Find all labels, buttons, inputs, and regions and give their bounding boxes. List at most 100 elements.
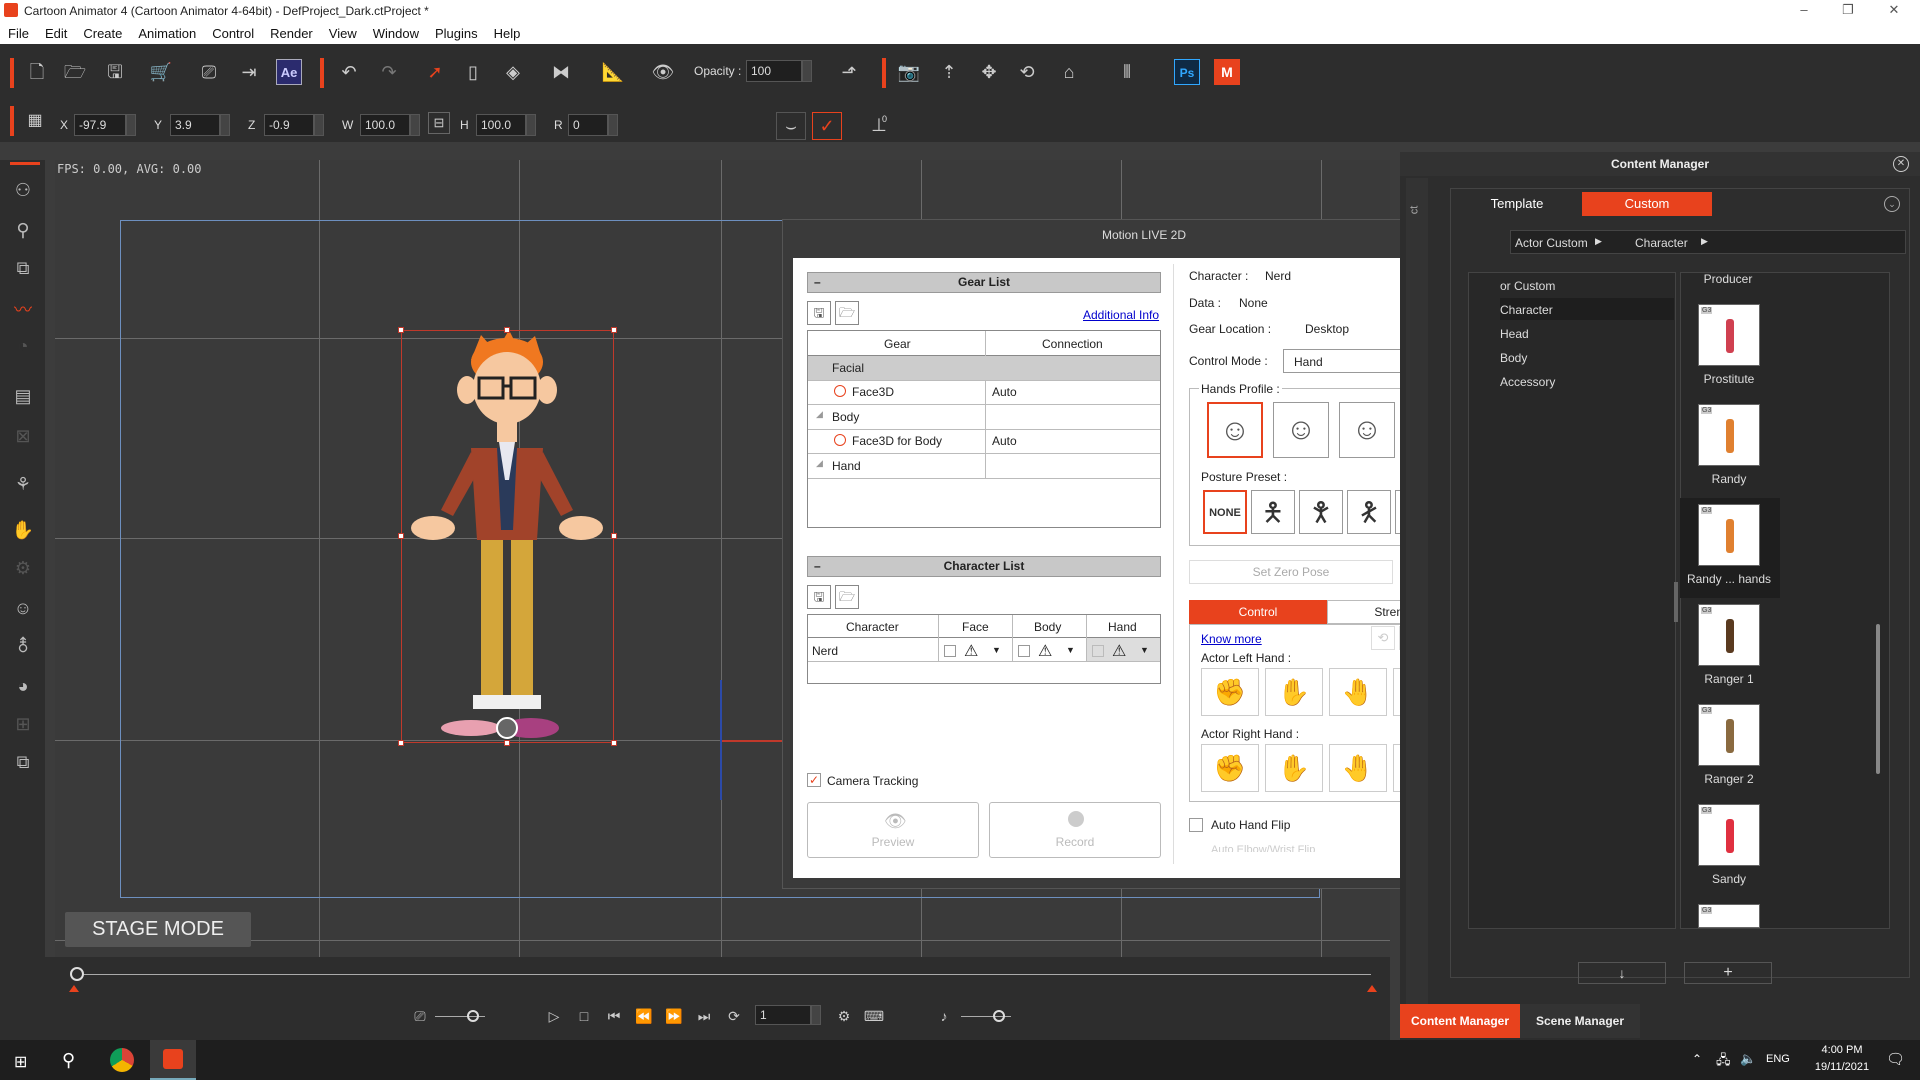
render-icon[interactable]: ⎚ (196, 59, 222, 85)
tab-template[interactable]: Template (1452, 192, 1582, 216)
chrome-icon[interactable] (110, 1048, 134, 1072)
head-tool-icon[interactable]: ◕ (10, 676, 36, 702)
gear-row-body[interactable]: Body (832, 410, 859, 424)
hand-checkbox[interactable] (1092, 645, 1104, 657)
posture-3-icon[interactable]: 🯇 (1347, 490, 1391, 534)
left-hand-open-icon[interactable]: ✋ (1265, 668, 1323, 716)
clock-date[interactable]: 19/11/2021 (1808, 1061, 1876, 1073)
item-randy-thumb[interactable]: G3 (1698, 404, 1760, 466)
body-checkbox[interactable] (1018, 645, 1030, 657)
play-icon[interactable]: ▷ (541, 1003, 567, 1029)
settings-icon[interactable]: ⚙ (831, 1003, 857, 1029)
z-spinner[interactable] (314, 114, 324, 136)
r-input[interactable]: 0 (568, 114, 608, 136)
splitter-handle[interactable] (1674, 582, 1678, 622)
posture-2-icon[interactable]: 🯆 (1299, 490, 1343, 534)
item-ranger2-thumb[interactable]: G3 (1698, 704, 1760, 766)
next-frame-icon[interactable]: ⏩ (661, 1003, 687, 1029)
additional-info-link[interactable]: Additional Info (1083, 308, 1159, 322)
x-spinner[interactable] (126, 114, 136, 136)
record-button[interactable]: Record (989, 802, 1161, 858)
expand-hand-icon[interactable]: ◢ (816, 458, 823, 469)
body-dropdown-icon[interactable]: ▼ (1066, 645, 1075, 655)
w-input[interactable]: 100.0 (360, 114, 410, 136)
face-dropdown-icon[interactable]: ▼ (992, 645, 1001, 655)
item-randy-hands-thumb[interactable]: G3 (1698, 504, 1760, 566)
curve-icon[interactable]: ⌣ (776, 112, 806, 140)
save-character-icon[interactable]: 🖫 (807, 585, 831, 609)
panel-side-tab[interactable]: ct (1408, 206, 1420, 215)
tab-content-manager[interactable]: Content Manager (1400, 1004, 1520, 1038)
auto-hand-flip-checkbox[interactable] (1189, 818, 1203, 832)
curve-active-icon[interactable]: ✓ (812, 112, 842, 140)
h-input[interactable]: 100.0 (476, 114, 526, 136)
camera-tracking-checkbox[interactable]: ✓ (807, 773, 821, 787)
hands-profile-front-icon[interactable]: ☺ (1207, 402, 1263, 458)
move-icon[interactable]: ✥ (976, 59, 1002, 85)
clock-time[interactable]: 4:00 PM (1810, 1044, 1874, 1056)
windows-start-icon[interactable]: ⊞ (14, 1052, 27, 1072)
posture-1-icon[interactable]: 🯅 (1251, 490, 1295, 534)
gear-row-hand[interactable]: Hand (832, 459, 861, 473)
tab-scene-manager[interactable]: Scene Manager (1520, 1004, 1640, 1038)
eye-icon[interactable]: 👁 (650, 59, 676, 85)
hand-dropdown-icon[interactable]: ▼ (1140, 645, 1149, 655)
nerd-character[interactable] (401, 330, 614, 743)
opacity-dropdown[interactable] (802, 60, 812, 82)
content-scrollbar[interactable] (1876, 624, 1880, 774)
minimize-button[interactable]: – (1790, 2, 1818, 17)
language-indicator[interactable]: ENG (1766, 1053, 1790, 1065)
prev-frame-icon[interactable]: ⏪ (631, 1003, 657, 1029)
search-icon[interactable]: ⚲ (62, 1050, 75, 1071)
keyframe-tool-icon[interactable]: ⊠ (10, 426, 36, 452)
posture-none-button[interactable]: NONE (1203, 490, 1247, 534)
tree-character[interactable]: Character (1500, 303, 1553, 317)
item-next-thumb[interactable]: G3 (1698, 904, 1760, 928)
face-key-icon[interactable]: ☺ (10, 598, 36, 624)
frame-input[interactable]: 1 (755, 1005, 811, 1025)
open-character-icon[interactable]: 🗁 (835, 585, 859, 609)
menu-control[interactable]: Control (204, 22, 262, 44)
menu-view[interactable]: View (321, 22, 365, 44)
menu-edit[interactable]: Edit (37, 22, 75, 44)
audio-tool-icon[interactable]: 〰 (10, 296, 36, 322)
menu-animation[interactable]: Animation (130, 22, 204, 44)
export-icon[interactable]: ⇥ (236, 59, 262, 85)
face-tool-icon[interactable]: ◔ (10, 336, 36, 362)
left-hand-fist-icon[interactable]: ✊ (1201, 668, 1259, 716)
character-row-nerd[interactable]: Nerd (812, 644, 838, 658)
menu-create[interactable]: Create (75, 22, 130, 44)
stop-icon[interactable]: □ (571, 1003, 597, 1029)
attach-icon[interactable]: ⬏ (836, 59, 862, 85)
grid-icon[interactable]: ▦ (22, 108, 48, 134)
left-hand-flat-icon[interactable]: 🤚 (1329, 668, 1387, 716)
right-hand-flat-icon[interactable]: 🤚 (1329, 744, 1387, 792)
h-spinner[interactable] (526, 114, 536, 136)
link-ratio-icon[interactable]: ⊟ (428, 112, 450, 134)
loop-icon[interactable]: ⟳ (721, 1003, 747, 1029)
preview-button[interactable]: 👁 Preview (807, 802, 979, 858)
caption-icon[interactable]: ⎚ (407, 1003, 433, 1029)
r-spinner[interactable] (608, 114, 618, 136)
open-gear-icon[interactable]: 🗁 (835, 301, 859, 325)
y-input[interactable]: 3.9 (170, 114, 220, 136)
gear-row-face3d[interactable]: Face3D (852, 385, 894, 399)
reset-hand-icon[interactable]: ⟲ (1371, 626, 1395, 650)
tab-control[interactable]: Control (1189, 600, 1327, 624)
face-checkbox[interactable] (944, 645, 956, 657)
keyboard-icon[interactable]: ⌨ (861, 1003, 887, 1029)
pose-tool-icon[interactable]: ⚨ (10, 636, 36, 662)
new-file-icon[interactable]: 🗋 (24, 59, 50, 85)
redo-icon[interactable]: ↷ (376, 59, 402, 85)
maximize-button[interactable]: ❐ (1834, 2, 1862, 18)
tree-accessory[interactable]: Accessory (1500, 375, 1555, 389)
save-gear-icon[interactable]: 🖫 (807, 301, 831, 325)
move-up-icon[interactable]: ⇡ (936, 59, 962, 85)
tree-head[interactable]: Head (1500, 327, 1529, 341)
taskbar-cartoon-animator[interactable] (150, 1040, 196, 1080)
timeline-playhead[interactable] (70, 967, 84, 981)
layer-icon[interactable]: ◈ (500, 59, 526, 85)
undo-icon[interactable]: ↶ (336, 59, 362, 85)
select-arrow-icon[interactable]: ➚ (422, 59, 448, 85)
x-input[interactable]: -97.9 (74, 114, 126, 136)
